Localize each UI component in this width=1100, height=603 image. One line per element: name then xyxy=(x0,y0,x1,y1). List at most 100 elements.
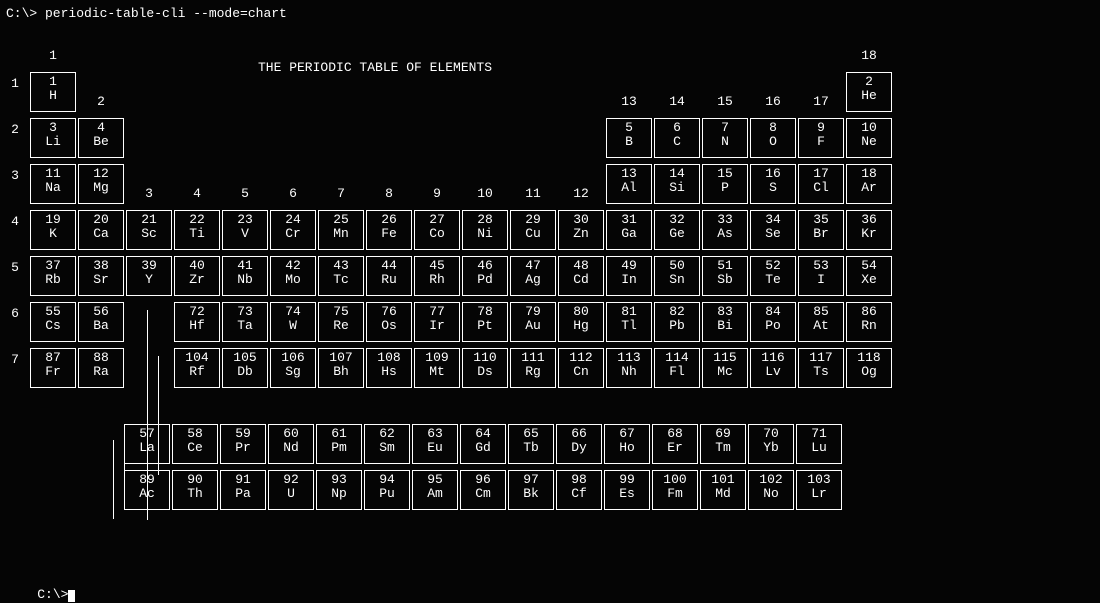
element-symbol: Y xyxy=(127,273,171,287)
element-symbol: Bk xyxy=(509,487,553,501)
atomic-number: 49 xyxy=(607,259,651,273)
element-symbol: Ge xyxy=(655,227,699,241)
element-symbol: Nd xyxy=(269,441,313,455)
element-symbol: Na xyxy=(31,181,75,195)
element-cell-Tm: 69Tm xyxy=(700,424,746,464)
element-symbol: Al xyxy=(607,181,651,195)
element-cell-Er: 68Er xyxy=(652,424,698,464)
element-cell-Og: 118Og xyxy=(846,348,892,388)
atomic-number: 4 xyxy=(79,121,123,135)
atomic-number: 33 xyxy=(703,213,747,227)
element-cell-I: 53I xyxy=(798,256,844,296)
atomic-number: 15 xyxy=(703,167,747,181)
element-cell-Si: 14Si xyxy=(654,164,700,204)
element-symbol: Xe xyxy=(847,273,891,287)
atomic-number: 23 xyxy=(223,213,267,227)
element-cell-Ge: 32Ge xyxy=(654,210,700,250)
element-symbol: Gd xyxy=(461,441,505,455)
element-cell-Ca: 20Ca xyxy=(78,210,124,250)
element-cell-Ti: 22Ti xyxy=(174,210,220,250)
atomic-number: 76 xyxy=(367,305,411,319)
element-cell-Au: 79Au xyxy=(510,302,556,342)
element-cell-Nb: 41Nb xyxy=(222,256,268,296)
atomic-number: 32 xyxy=(655,213,699,227)
connector-line xyxy=(124,440,125,473)
element-symbol: Tc xyxy=(319,273,363,287)
terminal-screen: { "prompt_top": "C:\\> periodic-table-cl… xyxy=(0,0,1100,603)
element-symbol: Os xyxy=(367,319,411,333)
element-cell-Pm: 61Pm xyxy=(316,424,362,464)
atomic-number: 59 xyxy=(221,427,265,441)
element-symbol: Te xyxy=(751,273,795,287)
element-symbol: Ar xyxy=(847,181,891,195)
atomic-number: 91 xyxy=(221,473,265,487)
element-cell-O: 8O xyxy=(750,118,796,158)
atomic-number: 75 xyxy=(319,305,363,319)
element-symbol: No xyxy=(749,487,793,501)
command-prompt-bottom[interactable]: C:\> xyxy=(6,572,75,603)
element-symbol: Hs xyxy=(367,365,411,379)
element-symbol: Hg xyxy=(559,319,603,333)
element-symbol: Li xyxy=(31,135,75,149)
atomic-number: 16 xyxy=(751,167,795,181)
atomic-number: 35 xyxy=(799,213,843,227)
atomic-number: 38 xyxy=(79,259,123,273)
element-symbol: Sg xyxy=(271,365,315,379)
element-cell-Db: 105Db xyxy=(222,348,268,388)
atomic-number: 86 xyxy=(847,305,891,319)
element-symbol: B xyxy=(607,135,651,149)
element-cell-Cl: 17Cl xyxy=(798,164,844,204)
atomic-number: 50 xyxy=(655,259,699,273)
atomic-number: 112 xyxy=(559,351,603,365)
element-cell-Ts: 117Ts xyxy=(798,348,844,388)
element-symbol: Zn xyxy=(559,227,603,241)
element-cell-Li: 3Li xyxy=(30,118,76,158)
element-symbol: Mn xyxy=(319,227,363,241)
atomic-number: 102 xyxy=(749,473,793,487)
element-symbol: In xyxy=(607,273,651,287)
atomic-number: 6 xyxy=(655,121,699,135)
atomic-number: 51 xyxy=(703,259,747,273)
element-cell-W: 74W xyxy=(270,302,316,342)
element-symbol: Re xyxy=(319,319,363,333)
group-label-5: 5 xyxy=(222,186,268,201)
atomic-number: 13 xyxy=(607,167,651,181)
atomic-number: 77 xyxy=(415,305,459,319)
period-label-3: 3 xyxy=(8,168,22,183)
element-cell-Lr: 103Lr xyxy=(796,470,842,510)
element-symbol: Co xyxy=(415,227,459,241)
element-symbol: I xyxy=(799,273,843,287)
element-symbol: Rh xyxy=(415,273,459,287)
element-symbol: Ne xyxy=(847,135,891,149)
element-symbol: Tl xyxy=(607,319,651,333)
group-label-6: 6 xyxy=(270,186,316,201)
element-cell-Tc: 43Tc xyxy=(318,256,364,296)
element-symbol: Nh xyxy=(607,365,651,379)
element-cell-S: 16S xyxy=(750,164,796,204)
atomic-number: 56 xyxy=(79,305,123,319)
group-label-7: 7 xyxy=(318,186,364,201)
element-cell-Ba: 56Ba xyxy=(78,302,124,342)
element-cell-Cr: 24Cr xyxy=(270,210,316,250)
atomic-number: 48 xyxy=(559,259,603,273)
atomic-number: 14 xyxy=(655,167,699,181)
atomic-number: 31 xyxy=(607,213,651,227)
atomic-number: 116 xyxy=(751,351,795,365)
atomic-number: 10 xyxy=(847,121,891,135)
element-cell-Tb: 65Tb xyxy=(508,424,554,464)
element-symbol: Ts xyxy=(799,365,843,379)
element-symbol: Sm xyxy=(365,441,409,455)
element-cell-Mc: 115Mc xyxy=(702,348,748,388)
element-cell-Kr: 36Kr xyxy=(846,210,892,250)
element-cell-Ta: 73Ta xyxy=(222,302,268,342)
atomic-number: 109 xyxy=(415,351,459,365)
element-symbol: Dy xyxy=(557,441,601,455)
element-symbol: Cs xyxy=(31,319,75,333)
element-cell-Sb: 51Sb xyxy=(702,256,748,296)
element-cell-Sm: 62Sm xyxy=(364,424,410,464)
atomic-number: 103 xyxy=(797,473,841,487)
element-cell-Bi: 83Bi xyxy=(702,302,748,342)
element-symbol: Cl xyxy=(799,181,843,195)
atomic-number: 47 xyxy=(511,259,555,273)
atomic-number: 78 xyxy=(463,305,507,319)
